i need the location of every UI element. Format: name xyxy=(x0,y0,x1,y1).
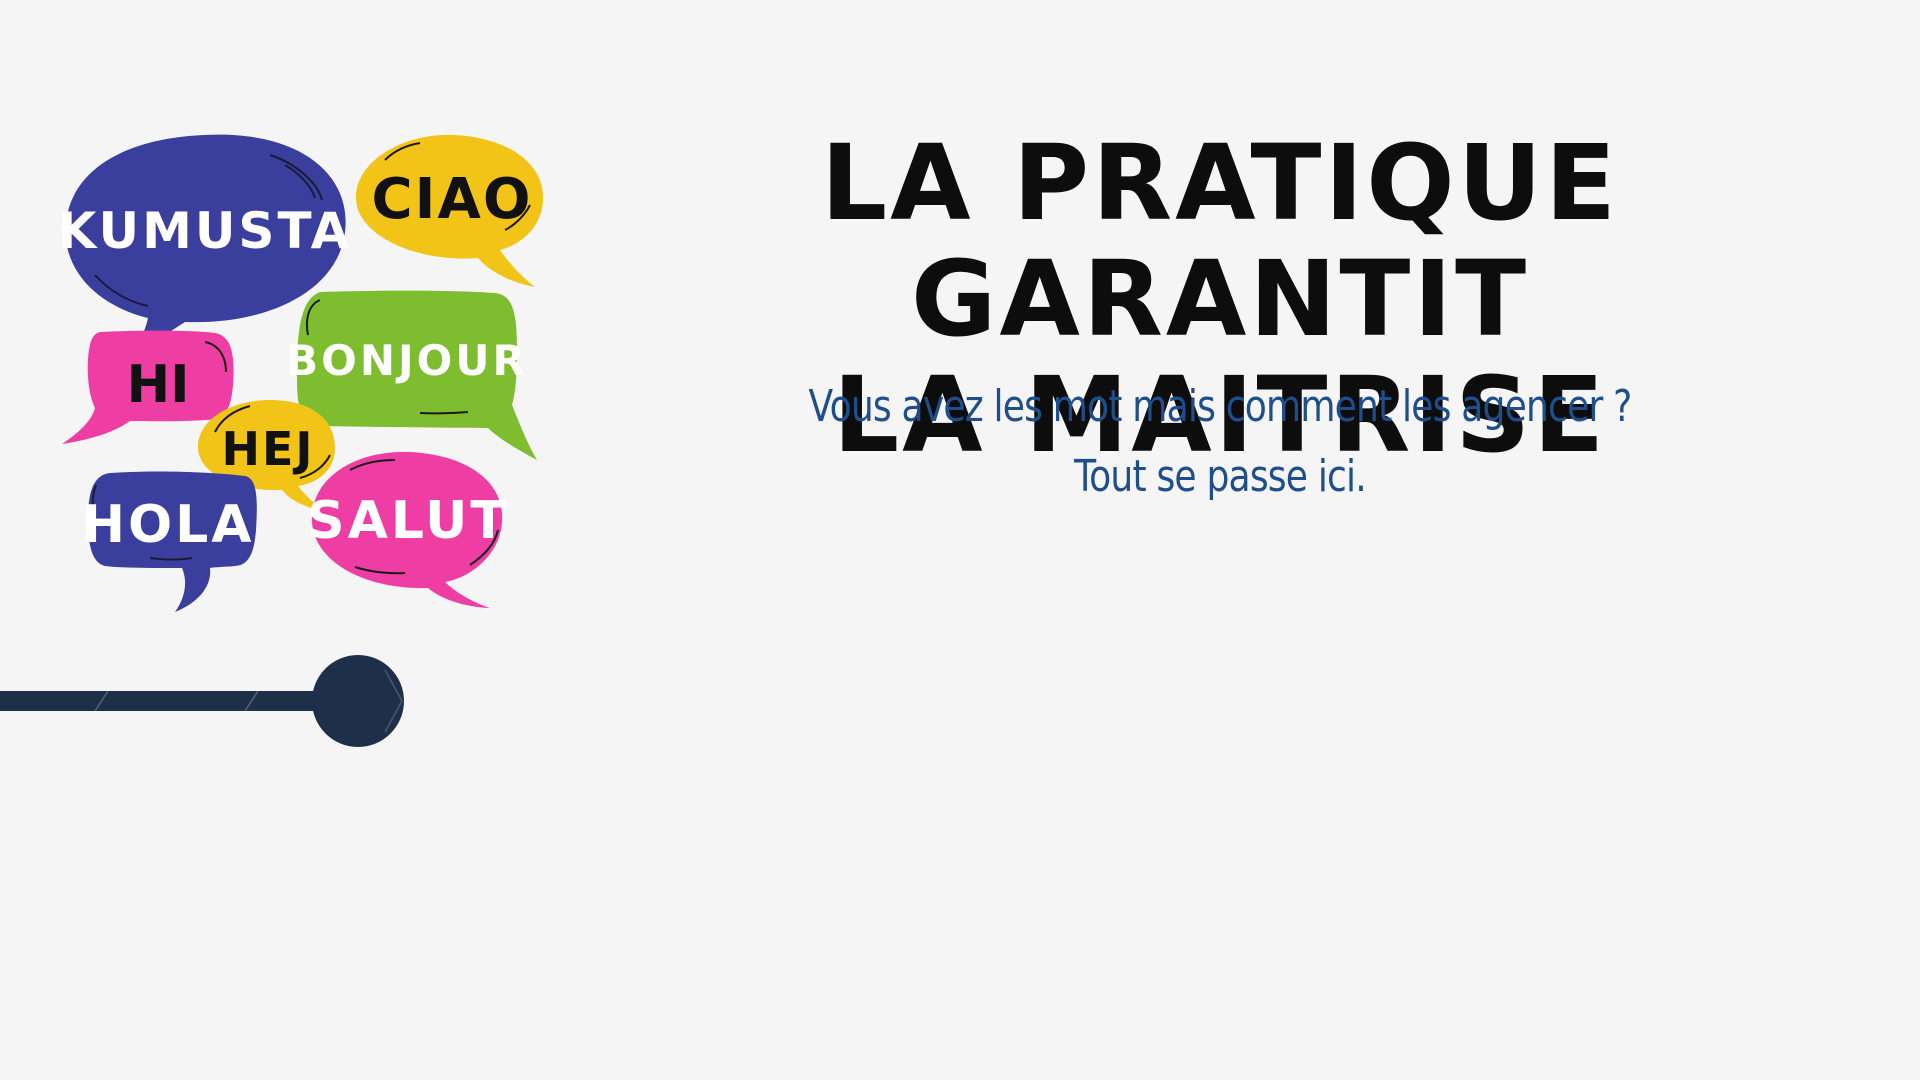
bubble-hola: HOLA xyxy=(81,471,257,612)
timeline-line xyxy=(0,691,330,711)
bubble-word-kumusta: KUMUSTA xyxy=(58,202,353,260)
bubble-word-salut: SALUT xyxy=(307,491,509,551)
bubble-salut: SALUT xyxy=(307,451,509,608)
slide-subtitle: Vous avez les mot mais comment les agenc… xyxy=(712,372,1729,512)
slide-subtitle-line-2: Tout se passe ici. xyxy=(1074,451,1367,502)
bubble-word-hej: HEJ xyxy=(221,422,314,476)
timeline-dot-icon xyxy=(312,655,404,747)
speech-bubbles-icon: KUMUSTA CIAO HI BONJOUR HEJ HOLA SALUT xyxy=(58,134,544,612)
slide-subtitle-line-1: Vous avez les mot mais comment les agenc… xyxy=(808,381,1633,432)
bubble-word-hi: HI xyxy=(127,355,190,415)
slide-title-line-1: LA PRATIQUE GARANTIT xyxy=(820,122,1620,360)
bubble-word-hola: HOLA xyxy=(81,495,254,555)
bubble-word-ciao: CIAO xyxy=(372,167,533,232)
bubble-ciao: CIAO xyxy=(355,134,544,287)
timeline-bar xyxy=(0,655,404,747)
bubble-word-bonjour: BONJOUR xyxy=(286,336,528,385)
